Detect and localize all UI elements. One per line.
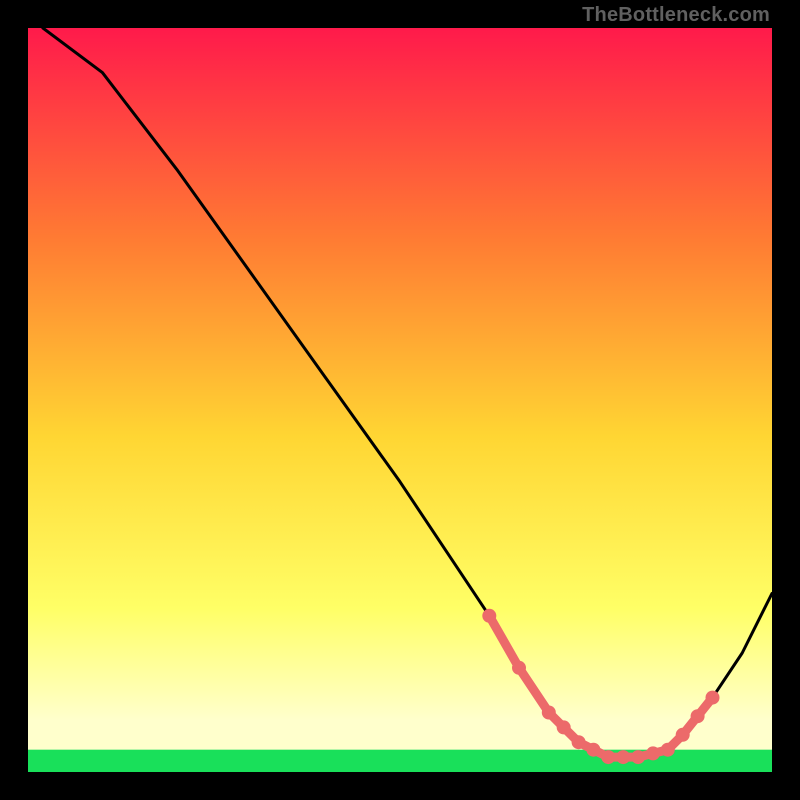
marker-dot [542,706,556,720]
marker-dot [706,691,720,705]
marker-dot [482,609,496,623]
marker-dot [512,661,526,675]
marker-dot [661,743,675,757]
gradient-background [28,28,772,772]
marker-dot [601,750,615,764]
marker-dot [646,746,660,760]
watermark-text: TheBottleneck.com [582,4,770,27]
marker-dot [557,720,571,734]
chart-panel [28,28,772,772]
marker-dot [631,750,645,764]
chart-frame [28,28,772,772]
marker-dot [616,750,630,764]
marker-dot [691,709,705,723]
marker-dot [586,743,600,757]
marker-dot [572,735,586,749]
marker-dot [676,728,690,742]
